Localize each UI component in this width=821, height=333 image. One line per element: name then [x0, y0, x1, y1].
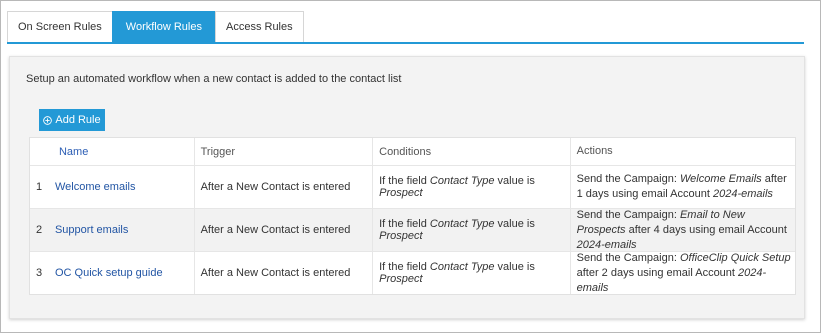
rule-conditions: If the field Contact Type value is Prosp…	[373, 166, 571, 208]
rule-name-link[interactable]: Support emails	[49, 209, 195, 251]
rule-name-link[interactable]: Welcome emails	[49, 166, 195, 208]
add-rule-label: Add Rule	[55, 114, 101, 126]
header-actions: Actions	[576, 145, 613, 157]
header-num	[30, 138, 49, 165]
header-trigger: Trigger	[195, 138, 374, 165]
header-name[interactable]: Name	[49, 138, 195, 165]
table-row: 3 OC Quick setup guide After a New Conta…	[30, 251, 795, 294]
table-header-row: Name Trigger Conditions Actions	[30, 138, 795, 165]
table-row: 2 Support emails After a New Contact is …	[30, 208, 795, 251]
rule-trigger: After a New Contact is entered	[195, 166, 374, 208]
workflow-rules-panel: Setup an automated workflow when a new c…	[9, 56, 805, 319]
rule-conditions: If the field Contact Type value is Prosp…	[373, 252, 571, 294]
tab-workflow-rules[interactable]: Workflow Rules	[111, 11, 216, 42]
add-rule-button[interactable]: Add Rule	[39, 109, 105, 131]
header-conditions: Conditions	[373, 138, 571, 165]
rule-conditions: If the field Contact Type value is Prosp…	[373, 209, 571, 251]
rule-name-link[interactable]: OC Quick setup guide	[49, 252, 195, 294]
row-number: 2	[36, 224, 43, 236]
rules-tabs: On Screen Rules Workflow Rules Access Ru…	[7, 11, 304, 43]
rules-table: Name Trigger Conditions Actions 1 Welcom…	[29, 137, 796, 295]
rule-trigger: After a New Contact is entered	[195, 252, 374, 294]
rule-actions: Send the Campaign: Welcome Emails after …	[576, 173, 787, 200]
rule-actions: Send the Campaign: OfficeClip Quick Setu…	[576, 251, 791, 294]
rule-actions: Send the Campaign: Email to New Prospect…	[576, 208, 787, 251]
tab-underline	[7, 42, 804, 44]
tab-on-screen-rules[interactable]: On Screen Rules	[7, 11, 113, 42]
plus-circle-icon	[43, 115, 53, 125]
row-number: 3	[36, 267, 43, 279]
panel-description: Setup an automated workflow when a new c…	[26, 73, 402, 85]
rule-trigger: After a New Contact is entered	[195, 209, 374, 251]
table-row: 1 Welcome emails After a New Contact is …	[30, 165, 795, 208]
row-number: 1	[36, 181, 43, 193]
tab-access-rules[interactable]: Access Rules	[214, 11, 304, 42]
